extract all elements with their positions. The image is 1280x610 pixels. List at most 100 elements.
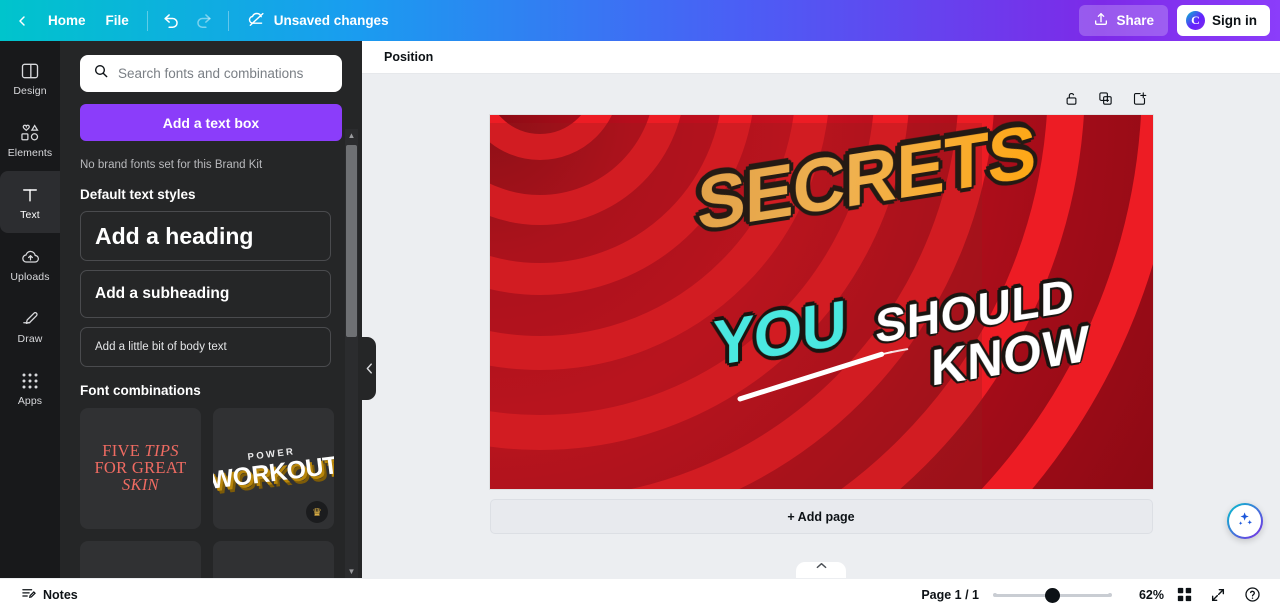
sidebar-item-label: Design xyxy=(13,84,47,97)
status-bar: Notes Page 1 / 1 62% xyxy=(0,578,1280,610)
panel-collapse-handle[interactable] xyxy=(362,337,376,400)
font-combination-card[interactable]: open DAILY xyxy=(213,541,334,578)
sign-in-button[interactable]: C Sign in xyxy=(1177,5,1270,36)
sidebar-item-label: Elements xyxy=(7,146,53,159)
panel-scrollbar[interactable]: ▲ ▼ xyxy=(345,129,358,578)
zoom-slider-min-dot xyxy=(993,593,997,597)
cloud-upload-icon xyxy=(20,246,41,268)
combo-preview-power-workout: POWER WORKOUT xyxy=(213,441,334,495)
design-title-secrets: SECRETS xyxy=(697,115,1035,247)
notes-button[interactable]: Notes xyxy=(14,582,85,608)
share-label: Share xyxy=(1116,13,1154,28)
editor-body: Design Elements Text Uploads Draw Apps S… xyxy=(0,41,1280,578)
zoom-slider-max-dot xyxy=(1108,593,1112,597)
page-indicator: Page 1 / 1 xyxy=(921,587,979,602)
text-panel: Add a text box No brand fonts set for th… xyxy=(60,41,362,578)
position-button[interactable]: Position xyxy=(376,46,441,68)
panel-header: Add a text box No brand fonts set for th… xyxy=(60,55,362,202)
font-combinations-grid: FIVE TIPS FOR GREAT SKIN POWER WORKOUT ♛ xyxy=(80,408,342,578)
font-combinations-title: Font combinations xyxy=(80,383,201,398)
notes-icon xyxy=(21,586,36,604)
font-combination-card[interactable]: POWER WORKOUT ♛ xyxy=(213,408,334,529)
share-button[interactable]: Share xyxy=(1079,5,1168,36)
save-status-label: Unsaved changes xyxy=(273,13,389,28)
canva-editor-app: Home File Unsaved changes Share C Sign i… xyxy=(0,0,1280,610)
zoom-slider-thumb[interactable] xyxy=(1045,587,1060,603)
grid-apps-icon xyxy=(21,370,39,392)
top-toolbar-left: Home File Unsaved changes xyxy=(6,6,399,36)
home-label: Home xyxy=(48,13,86,28)
search-icon xyxy=(93,63,109,84)
add-subheading-style[interactable]: Add a subheading xyxy=(80,270,331,318)
combo-preview-five-tips: FIVE TIPS FOR GREAT SKIN xyxy=(94,442,186,494)
caret-down-icon[interactable]: ▼ xyxy=(345,565,358,578)
sidebar-item-draw[interactable]: Draw xyxy=(0,295,60,357)
canvas-scroll-area[interactable]: SECRETS SHOULD KNOW YOU + Add page xyxy=(362,74,1280,578)
sidebar-item-elements[interactable]: Elements xyxy=(0,109,60,171)
magic-studio-button[interactable] xyxy=(1227,503,1263,539)
shapes-icon xyxy=(19,122,41,144)
notes-expand-tab[interactable] xyxy=(796,562,846,578)
search-input[interactable] xyxy=(118,66,329,81)
design-artwork: SECRETS SHOULD KNOW YOU xyxy=(490,115,1153,489)
properties-toolbar: Position xyxy=(362,41,1280,74)
left-rail: Design Elements Text Uploads Draw Apps xyxy=(0,41,60,578)
text-t-icon xyxy=(20,184,40,206)
notes-label: Notes xyxy=(43,587,78,602)
page-tools xyxy=(490,81,1153,115)
sidebar-item-label: Apps xyxy=(17,394,43,407)
pen-draw-icon xyxy=(20,308,41,330)
redo-button[interactable] xyxy=(188,6,220,36)
sidebar-item-label: Draw xyxy=(17,332,43,345)
combo-line: SKIN xyxy=(122,474,159,494)
default-text-styles-title: Default text styles xyxy=(80,187,196,202)
zoom-slider[interactable] xyxy=(993,586,1112,604)
zoom-level-value: 62% xyxy=(1138,587,1164,602)
undo-button[interactable] xyxy=(156,6,188,36)
search-field[interactable] xyxy=(80,55,342,92)
home-button[interactable]: Home xyxy=(38,6,96,36)
sidebar-item-apps[interactable]: Apps xyxy=(0,357,60,419)
divider xyxy=(227,10,229,31)
fullscreen-icon[interactable] xyxy=(1204,582,1232,608)
style-label: Add a subheading xyxy=(95,285,230,302)
add-page-icon[interactable] xyxy=(1127,85,1153,111)
cloud-off-icon xyxy=(247,9,267,32)
add-body-text-style[interactable]: Add a little bit of body text xyxy=(80,327,331,367)
canva-logo-icon: C xyxy=(1186,11,1205,30)
style-label: Add a little bit of body text xyxy=(95,341,227,353)
back-button[interactable] xyxy=(6,6,38,36)
design-canvas-page[interactable]: SECRETS SHOULD KNOW YOU xyxy=(489,115,1153,489)
duplicate-page-icon[interactable] xyxy=(1093,85,1119,111)
brand-kit-note: No brand fonts set for this Brand Kit xyxy=(80,159,263,171)
help-circle-icon[interactable] xyxy=(1238,582,1266,608)
save-status-button[interactable]: Unsaved changes xyxy=(237,6,399,36)
divider xyxy=(146,10,148,31)
panel-scroll-area[interactable]: Add a heading Add a subheading Add a lit… xyxy=(60,202,362,578)
add-heading-style[interactable]: Add a heading xyxy=(80,211,331,261)
sidebar-item-label: Text xyxy=(20,208,40,221)
main-area: Position SECRETS SHOULD KNOW YOU + Add p… xyxy=(362,41,1280,578)
design-layout-icon xyxy=(20,60,40,82)
crown-icon: ♛ xyxy=(306,501,328,523)
caret-up-icon[interactable]: ▲ xyxy=(345,129,358,142)
sidebar-item-label: Uploads xyxy=(10,270,50,283)
sidebar-item-uploads[interactable]: Uploads xyxy=(0,233,60,295)
canva-logo-letter: C xyxy=(1191,13,1200,27)
top-toolbar: Home File Unsaved changes Share C Sign i… xyxy=(0,0,1280,41)
font-combination-card[interactable]: PARKEN MAISE & xyxy=(80,541,201,578)
scrollbar-thumb[interactable] xyxy=(346,145,357,337)
file-menu-button[interactable]: File xyxy=(96,6,139,36)
font-combination-card[interactable]: FIVE TIPS FOR GREAT SKIN xyxy=(80,408,201,529)
file-label: File xyxy=(105,13,129,28)
add-text-box-button[interactable]: Add a text box xyxy=(80,104,342,141)
unlock-icon[interactable] xyxy=(1059,85,1085,111)
style-label: Add a heading xyxy=(95,222,254,249)
sidebar-item-design[interactable]: Design xyxy=(0,47,60,109)
sparkles-icon xyxy=(1236,510,1254,533)
share-upload-icon xyxy=(1093,11,1109,30)
sign-in-label: Sign in xyxy=(1212,13,1257,28)
add-page-button[interactable]: + Add page xyxy=(489,499,1153,534)
sidebar-item-text[interactable]: Text xyxy=(0,171,60,233)
grid-view-icon[interactable] xyxy=(1170,582,1198,608)
